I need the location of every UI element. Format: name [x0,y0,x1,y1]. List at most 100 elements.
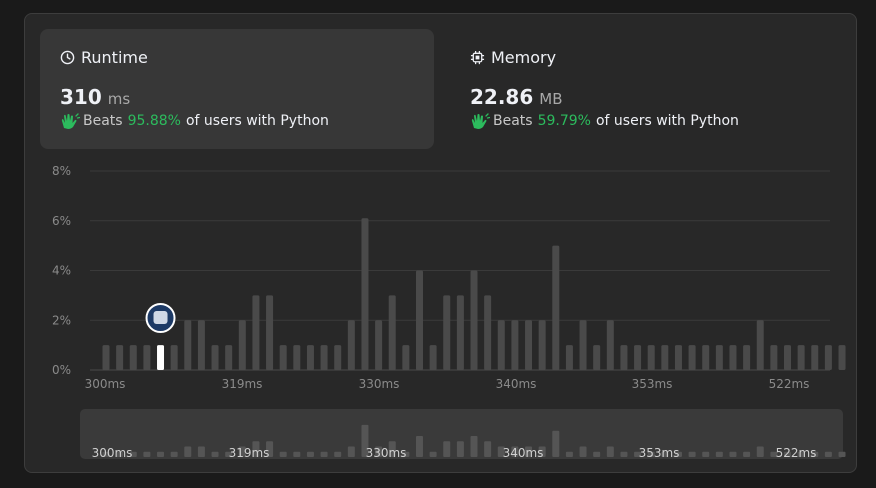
bar [252,295,260,370]
navigator-tick-label: 340ms [503,446,544,460]
bar [606,320,614,370]
bar [525,320,533,370]
y-tick-label: 4% [52,264,71,278]
navigator-bar [170,451,178,457]
navigator-bar [443,441,451,457]
bar [197,320,205,370]
bar [238,320,246,370]
navigator-tick-label: 353ms [639,446,680,460]
bar [402,345,410,370]
navigator-tick-label: 319ms [229,446,270,460]
bar [565,345,573,370]
navigator-bar [688,451,696,457]
navigator-bar [306,451,314,457]
navigator-bar [347,446,355,457]
navigator-bar [606,446,614,457]
bar [579,320,587,370]
bar [415,270,423,370]
user-avatar[interactable] [145,303,176,333]
navigator-bar [334,451,342,457]
bar [347,320,355,370]
bar [306,345,314,370]
navigator-bar [197,446,205,457]
x-tick-label: 300ms [85,377,126,391]
y-tick-label: 6% [52,214,71,228]
navigator-bar [593,451,601,457]
bar [729,345,737,370]
bar [116,345,124,370]
navigator-bar [293,451,301,457]
runtime-distribution-chart[interactable]: 8% 6% 4% 2% 0% 300ms 319ms 330ms 340ms 353ms 522ms… [0,0,876,488]
bar [497,320,505,370]
bar [429,345,437,370]
bar [211,345,219,370]
navigator-bar [157,451,165,457]
navigator-bar [715,451,723,457]
bar [811,345,819,370]
bar [620,345,628,370]
navigator-bar [824,451,832,457]
x-tick-label: 330ms [359,377,400,391]
bar [266,295,274,370]
bar [511,320,519,370]
bar [824,345,832,370]
navigator-bar [415,435,423,457]
navigator-bar [702,451,710,457]
navigator-tick-label: 522ms [776,446,817,460]
bar [320,345,328,370]
y-tick-label: 8% [52,164,71,178]
bar [661,345,669,370]
navigator-bar [211,451,219,457]
navigator-bar [579,446,587,457]
x-tick-label: 319ms [222,377,263,391]
avatar-figure [153,311,168,324]
bar [593,345,601,370]
bar [674,345,682,370]
navigator-bar [729,451,737,457]
bar [443,295,451,370]
bar [484,295,492,370]
bar [770,345,778,370]
bar [715,345,723,370]
y-tick-label: 2% [52,313,71,327]
bar [702,345,710,370]
bar [388,295,396,370]
bar [143,345,151,370]
navigator-bar [756,446,764,457]
bar [279,345,287,370]
bar [170,345,178,370]
y-tick-label: 0% [52,363,71,377]
navigator-bar [279,451,287,457]
bar [456,295,464,370]
navigator-bar [743,451,751,457]
navigator-bar [184,446,192,457]
navigator-bar [484,441,492,457]
bar [756,320,764,370]
bar [797,345,805,370]
bar [647,345,655,370]
bar [184,320,192,370]
navigator-bar [565,451,573,457]
bar [838,345,846,370]
highlighted-bar [157,345,165,370]
bar [225,345,233,370]
bar [334,345,342,370]
navigator-tick-label: 300ms [92,446,133,460]
x-tick-label: 522ms [769,377,810,391]
bar [129,345,137,370]
bar [102,345,110,370]
navigator-bar [552,430,560,457]
navigator-bar [470,435,478,457]
bar [538,320,546,370]
bar [743,345,751,370]
bar [634,345,642,370]
navigator-bar [143,451,151,457]
bar [293,345,301,370]
bar [375,320,383,370]
bar [688,345,696,370]
navigator-bar [838,451,846,457]
bar [470,270,478,370]
bar [552,245,560,370]
x-tick-label: 353ms [632,377,673,391]
x-tick-label: 340ms [496,377,537,391]
